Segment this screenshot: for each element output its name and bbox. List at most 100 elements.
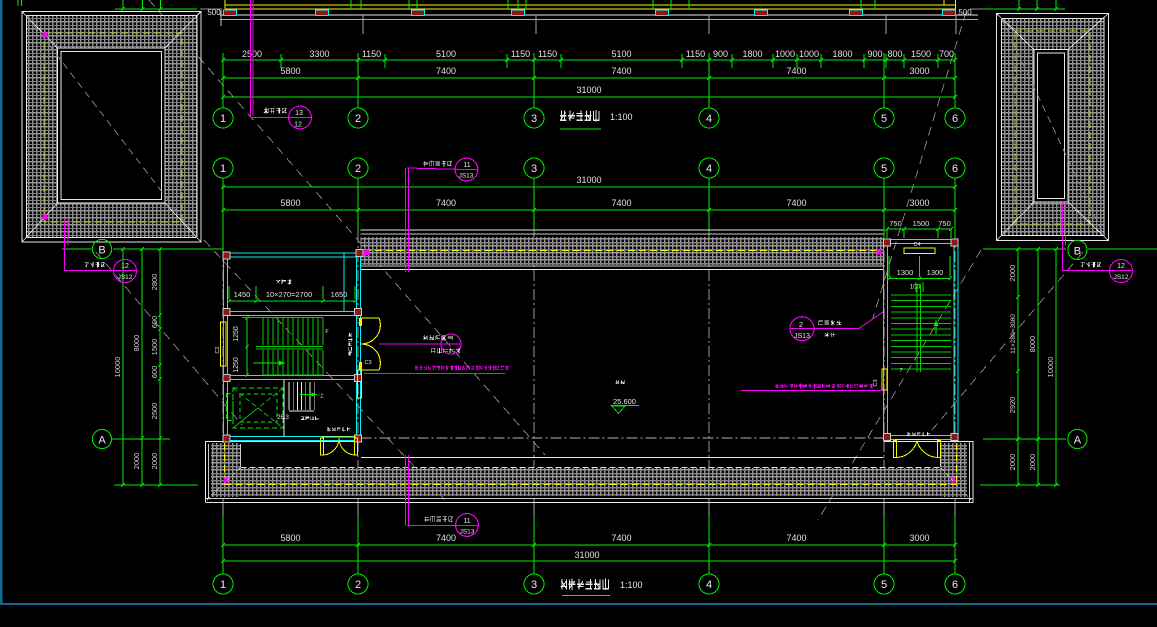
svg-text:10×270=2700: 10×270=2700: [266, 290, 312, 299]
svg-text:500: 500: [207, 8, 221, 17]
svg-text:2000: 2000: [1008, 265, 1017, 282]
svg-text:3300: 3300: [309, 49, 329, 59]
svg-text:JS12: JS12: [1114, 274, 1129, 281]
svg-text:750: 750: [889, 219, 902, 228]
svg-text:5800: 5800: [280, 533, 300, 543]
svg-text:C3: C3: [873, 379, 879, 386]
svg-text:12: 12: [1117, 263, 1125, 270]
svg-text:2000: 2000: [132, 453, 141, 470]
svg-text:3: 3: [531, 579, 537, 591]
svg-text:2000: 2000: [1008, 454, 1017, 471]
svg-text:1150: 1150: [538, 49, 557, 59]
svg-text:1:100: 1:100: [610, 112, 633, 122]
svg-text:1000: 1000: [799, 49, 819, 59]
svg-text:1250: 1250: [233, 326, 240, 342]
svg-text:7: 7: [899, 368, 902, 374]
svg-text:5800: 5800: [280, 198, 300, 208]
svg-text:12: 12: [121, 263, 129, 270]
svg-text:1150: 1150: [686, 49, 705, 59]
svg-text:7400: 7400: [786, 66, 806, 76]
svg-text:3000: 3000: [909, 66, 929, 76]
svg-text:JS13: JS13: [459, 173, 474, 180]
svg-text:12: 12: [294, 122, 302, 129]
svg-text:JS13: JS13: [794, 333, 810, 340]
svg-text:A: A: [1074, 435, 1082, 447]
svg-text:800: 800: [887, 49, 902, 59]
svg-text:1450: 1450: [234, 290, 251, 299]
svg-text:7400: 7400: [611, 66, 631, 76]
svg-text:8000: 8000: [132, 335, 141, 352]
svg-text:3: 3: [531, 113, 537, 125]
svg-text:2500: 2500: [242, 49, 262, 59]
svg-text:3000: 3000: [909, 533, 929, 543]
svg-text:11×280=3080: 11×280=3080: [1010, 314, 1017, 354]
svg-text:JS13: JS13: [460, 529, 475, 536]
svg-text:4: 4: [706, 113, 712, 125]
svg-text:3: 3: [531, 163, 537, 175]
svg-text:1: 1: [220, 163, 226, 175]
svg-text:7400: 7400: [611, 533, 631, 543]
svg-text:25.600: 25.600: [613, 397, 636, 406]
svg-text:4: 4: [706, 579, 712, 591]
svg-text:1500: 1500: [911, 49, 931, 59]
svg-text:3000: 3000: [909, 198, 929, 208]
svg-text:B: B: [1074, 246, 1081, 258]
svg-text:2: 2: [799, 320, 803, 329]
svg-text:600: 600: [150, 316, 159, 329]
svg-text:7400: 7400: [436, 198, 456, 208]
svg-text:2: 2: [355, 113, 361, 125]
svg-text:1000: 1000: [775, 49, 795, 59]
svg-text:1: 1: [220, 579, 226, 591]
svg-text:500: 500: [958, 8, 972, 17]
svg-text:900: 900: [867, 49, 882, 59]
svg-text:2920: 2920: [1008, 397, 1017, 414]
svg-text:2800: 2800: [150, 274, 159, 291]
svg-text:2500: 2500: [150, 403, 159, 420]
svg-text:900: 900: [713, 49, 728, 59]
svg-text:C4: C4: [913, 242, 920, 248]
svg-text:5800: 5800: [280, 66, 300, 76]
svg-text:600: 600: [150, 366, 159, 379]
svg-text:6: 6: [952, 163, 958, 175]
svg-text:1650: 1650: [331, 290, 348, 299]
svg-text:1300: 1300: [897, 268, 914, 277]
svg-text:1150: 1150: [511, 49, 530, 59]
svg-text:7400: 7400: [436, 66, 456, 76]
svg-text:31000: 31000: [576, 175, 601, 185]
svg-text:2: 2: [355, 579, 361, 591]
svg-text:C3: C3: [364, 360, 371, 366]
svg-text:1800: 1800: [742, 49, 762, 59]
svg-text:13: 13: [295, 110, 303, 117]
svg-text:7400: 7400: [786, 533, 806, 543]
svg-text:6: 6: [952, 579, 958, 591]
svg-text:1800: 1800: [832, 49, 852, 59]
svg-text:5: 5: [881, 113, 887, 125]
svg-text:上: 上: [320, 392, 325, 398]
svg-text:1250: 1250: [233, 357, 240, 373]
svg-text:100: 100: [910, 284, 921, 291]
svg-text:2: 2: [355, 163, 361, 175]
svg-text:1500: 1500: [913, 219, 930, 228]
svg-text:700: 700: [939, 49, 954, 59]
svg-text:5100: 5100: [611, 49, 631, 59]
svg-text:10000: 10000: [113, 357, 122, 378]
svg-text:5100: 5100: [436, 49, 456, 59]
svg-text:1300: 1300: [927, 268, 944, 277]
svg-text:11: 11: [463, 162, 470, 169]
svg-text:JS12: JS12: [118, 274, 133, 281]
svg-text:5: 5: [881, 163, 887, 175]
svg-text:8000: 8000: [1028, 336, 1037, 353]
svg-text:31000: 31000: [576, 85, 601, 95]
svg-text:26.3: 26.3: [277, 415, 289, 421]
svg-text:5: 5: [881, 579, 887, 591]
svg-text:A: A: [98, 435, 106, 447]
svg-text:1:100: 1:100: [620, 580, 643, 590]
svg-text:2000: 2000: [1028, 454, 1037, 471]
svg-text:2000: 2000: [150, 453, 159, 470]
svg-text:6: 6: [952, 113, 958, 125]
svg-text:1500: 1500: [150, 339, 159, 356]
svg-text:4: 4: [706, 163, 712, 175]
svg-text:31000: 31000: [574, 550, 599, 560]
svg-text:10000: 10000: [1046, 357, 1055, 378]
svg-text:B: B: [98, 245, 105, 257]
